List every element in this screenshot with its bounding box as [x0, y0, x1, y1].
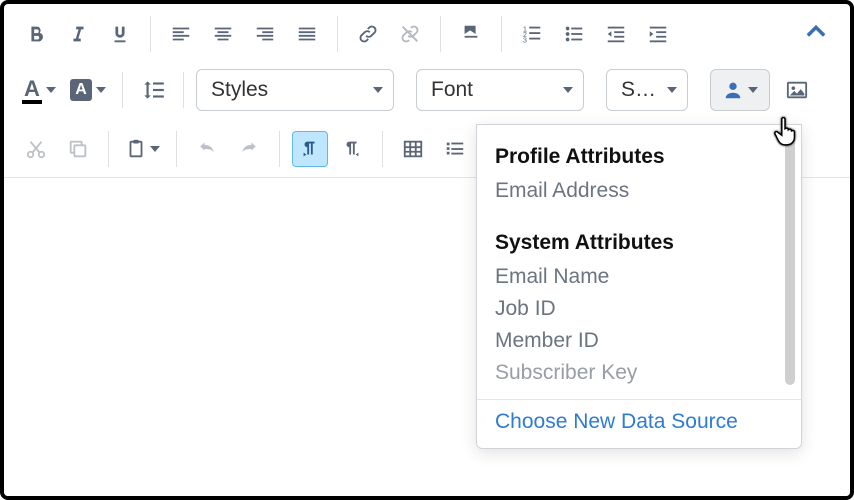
separator [108, 131, 109, 167]
choose-data-source-link[interactable]: Choose New Data Source [477, 399, 801, 448]
undo-button[interactable] [189, 131, 225, 167]
separator [337, 16, 338, 52]
ltr-direction-button[interactable] [292, 131, 328, 167]
separator [440, 16, 441, 52]
person-icon [722, 79, 744, 101]
font-select-label: Font [431, 78, 473, 102]
separator [176, 131, 177, 167]
ordered-list-button[interactable]: 123 [514, 16, 550, 52]
size-select-label: S… [621, 78, 656, 102]
personalization-dropdown: Profile Attributes Email Address System … [476, 124, 802, 449]
underline-button[interactable] [102, 16, 138, 52]
dropdown-item[interactable]: Email Name [495, 261, 783, 293]
table-button[interactable] [395, 131, 431, 167]
dropdown-item[interactable]: Subscriber Key [495, 357, 783, 389]
caret-down-icon [667, 87, 677, 93]
line-height-button[interactable] [135, 72, 171, 108]
anchor-button[interactable] [453, 16, 489, 52]
dropdown-section-header: Profile Attributes [495, 145, 783, 169]
caret-down-icon [150, 146, 160, 152]
rtl-direction-button[interactable] [334, 131, 370, 167]
personalization-button[interactable] [710, 69, 770, 111]
font-color-button[interactable]: A [18, 72, 60, 108]
separator [122, 72, 123, 108]
redo-button[interactable] [231, 131, 267, 167]
caret-down-icon [563, 87, 573, 93]
align-center-button[interactable] [205, 16, 241, 52]
dropdown-item[interactable]: Member ID [495, 325, 783, 357]
outdent-button[interactable] [598, 16, 634, 52]
dropdown-section-header: System Attributes [495, 231, 783, 255]
separator [382, 131, 383, 167]
link-button[interactable] [350, 16, 386, 52]
paste-button[interactable] [121, 131, 164, 167]
align-justify-button[interactable] [289, 16, 325, 52]
cut-button[interactable] [18, 131, 54, 167]
align-left-button[interactable] [163, 16, 199, 52]
separator [183, 72, 184, 108]
image-button[interactable] [776, 69, 818, 111]
copy-button[interactable] [60, 131, 96, 167]
collapse-toolbar-button[interactable] [802, 18, 836, 51]
styles-select[interactable]: Styles [196, 69, 394, 111]
toolbar-row-format: 123 [4, 4, 850, 60]
unlink-button[interactable] [392, 16, 428, 52]
separator [150, 16, 151, 52]
dropdown-item[interactable]: Job ID [495, 293, 783, 325]
dropdown-item[interactable]: Email Address [495, 175, 783, 207]
size-select[interactable]: S… [606, 69, 688, 111]
unordered-list-button[interactable] [556, 16, 592, 52]
background-color-button[interactable]: A [66, 72, 110, 108]
toolbar-row-style: A A Styles Font S… [4, 60, 850, 120]
align-right-button[interactable] [247, 16, 283, 52]
styles-select-label: Styles [211, 78, 268, 102]
bold-button[interactable] [18, 16, 54, 52]
scrollbar[interactable] [785, 135, 795, 385]
caret-down-icon [748, 87, 758, 93]
indent-button[interactable] [640, 16, 676, 52]
font-select[interactable]: Font [416, 69, 584, 111]
horizontal-rule-button[interactable] [437, 131, 473, 167]
caret-down-icon [373, 87, 383, 93]
separator [279, 131, 280, 167]
separator [501, 16, 502, 52]
svg-text:3: 3 [523, 35, 527, 44]
italic-button[interactable] [60, 16, 96, 52]
